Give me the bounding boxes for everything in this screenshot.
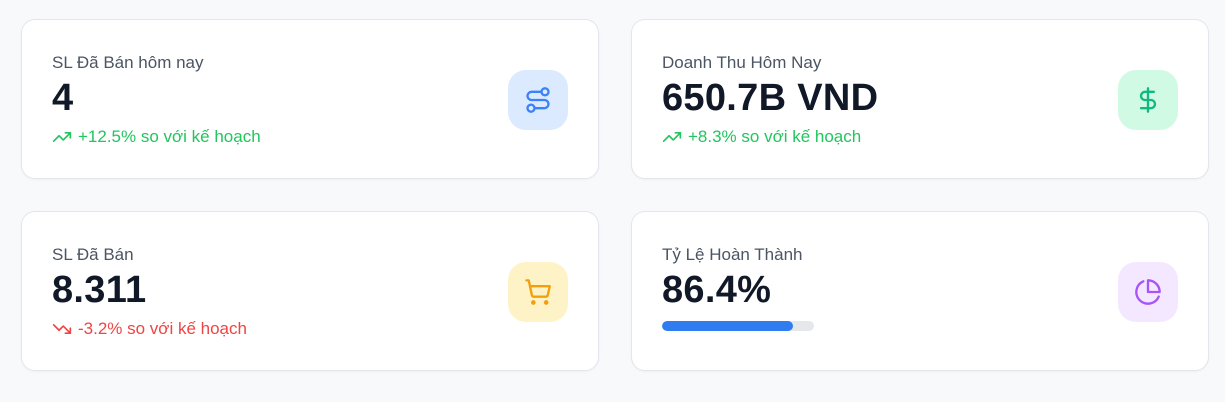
stat-value: 4 [52, 77, 74, 119]
stat-card-completion-rate: Tỷ Lệ Hoàn Thành 86.4% [631, 211, 1209, 371]
trend-indicator: +12.5% so với kế hoạch [52, 126, 261, 148]
stat-card-sold-today: SL Đã Bán hôm nay 4 +12.5% so với kế hoạ… [21, 19, 599, 179]
route-icon [526, 87, 550, 113]
trend-text: -3.2% so với kế hoạch [78, 319, 247, 338]
stat-card-total-sold: SL Đã Bán 8.311 -3.2% so với kế hoạch [21, 211, 599, 371]
stat-value: 650.7B VND [662, 77, 879, 119]
stat-value: 8.311 [52, 269, 147, 311]
trend-indicator: +8.3% so với kế hoạch [662, 126, 861, 148]
trend-indicator: -3.2% so với kế hoạch [52, 318, 247, 340]
trending-up-icon [662, 132, 682, 142]
dollar-icon [1139, 87, 1157, 113]
completion-progress-fill [662, 321, 794, 331]
stat-card-revenue-today: Doanh Thu Hôm Nay 650.7B VND +8.3% so vớ… [631, 19, 1209, 179]
pie-chart-icon [1135, 279, 1161, 305]
stat-label: Doanh Thu Hôm Nay [662, 53, 822, 72]
trend-text: +12.5% so với kế hoạch [78, 127, 261, 146]
stat-label: SL Đã Bán hôm nay [52, 53, 204, 72]
shopping-cart-icon-badge [508, 262, 568, 322]
dollar-icon-badge [1118, 70, 1178, 130]
pie-chart-icon-badge [1118, 262, 1178, 322]
completion-progress-bar [662, 321, 814, 331]
route-icon-badge [508, 70, 568, 130]
trending-up-icon [52, 132, 72, 142]
stat-value: 86.4% [662, 269, 772, 311]
shopping-cart-icon [525, 279, 551, 305]
stat-label: SL Đã Bán [52, 245, 134, 264]
trending-down-icon [52, 324, 72, 334]
stat-label: Tỷ Lệ Hoàn Thành [662, 245, 803, 264]
trend-text: +8.3% so với kế hoạch [688, 127, 862, 146]
